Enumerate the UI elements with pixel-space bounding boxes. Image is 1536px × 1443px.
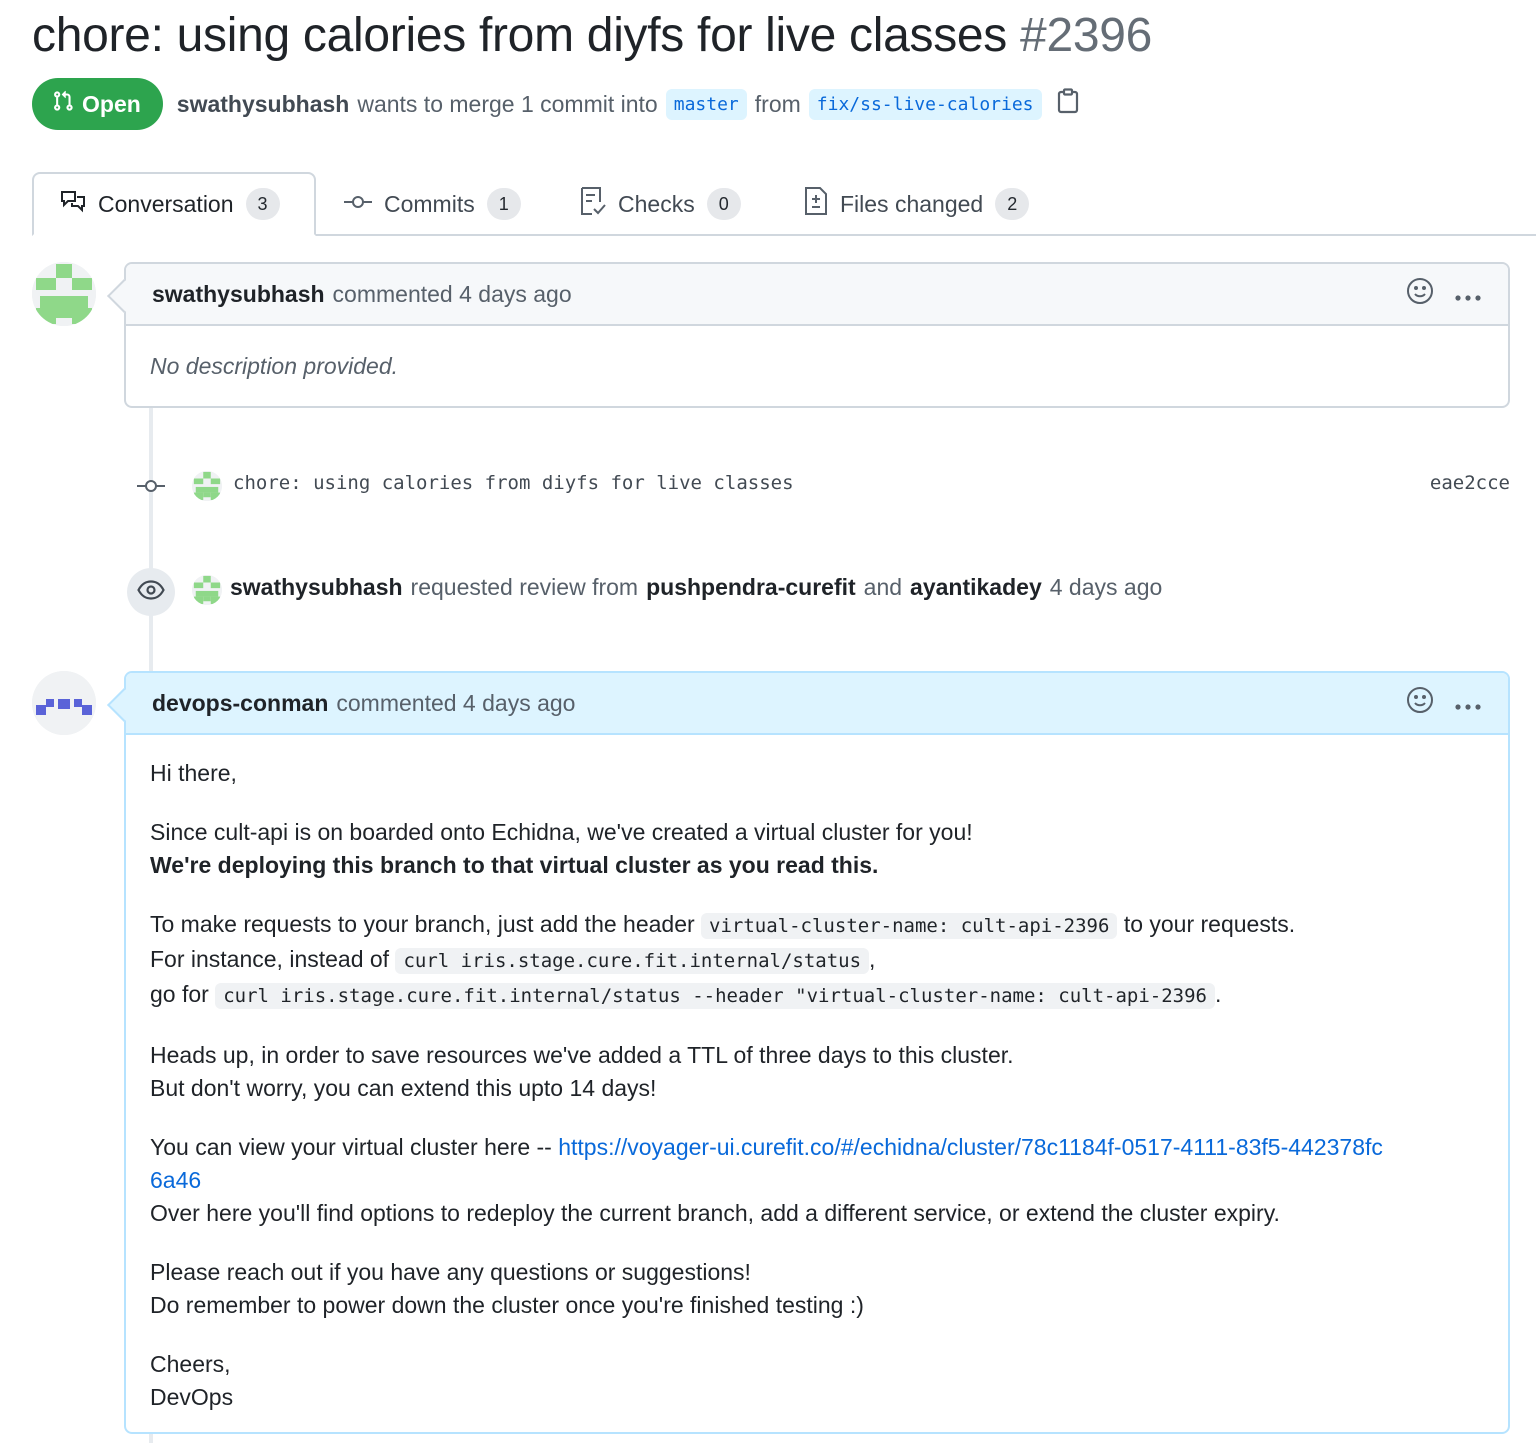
commit-message-link[interactable]: chore: using calories from diyfs for liv… xyxy=(233,472,794,494)
pr-title-text: chore: using calories from diyfs for liv… xyxy=(32,9,1007,62)
comment-box: swathysubhash commented 4 days ago No de… xyxy=(107,262,1510,409)
pr-author-link[interactable]: swathysubhash xyxy=(177,91,350,118)
merge-info: swathysubhash wants to merge 1 commit in… xyxy=(177,88,1080,120)
tab-label: Conversation xyxy=(98,190,234,217)
comment-box: devops-conman commented 4 days ago Hi th… xyxy=(107,671,1510,1434)
paragraph-text: You can view your virtual cluster here -… xyxy=(150,1134,552,1160)
comment-paragraph: To make requests to your branch, just ad… xyxy=(150,908,1484,1013)
smiley-icon[interactable] xyxy=(1406,277,1434,311)
reviewer-link[interactable]: pushpendra-curefit xyxy=(646,574,856,601)
pr-number: #2396 xyxy=(1020,9,1153,62)
comment-time[interactable]: commented 4 days ago xyxy=(333,281,572,308)
reviewer-link[interactable]: ayantikadey xyxy=(910,574,1042,601)
tab-label: Files changed xyxy=(840,190,984,217)
pr-title: chore: using calories from diyfs for liv… xyxy=(32,8,1152,63)
from-text: from xyxy=(754,90,801,117)
base-branch[interactable]: master xyxy=(665,88,747,120)
kebab-horizontal-icon[interactable] xyxy=(1454,281,1482,308)
inline-code: virtual-cluster-name: cult-api-2396 xyxy=(701,913,1118,939)
comment-caret xyxy=(107,279,141,313)
inline-code: curl iris.stage.cure.fit.internal/status… xyxy=(215,983,1215,1009)
event-time[interactable]: 4 days ago xyxy=(1050,574,1163,601)
inline-code: curl iris.stage.cure.fit.internal/status xyxy=(395,948,870,974)
merge-text: wants to merge 1 commit into xyxy=(357,90,658,117)
comment-paragraph: Cheers, DevOps xyxy=(150,1348,1484,1414)
greeting-text: Hi there, xyxy=(150,760,237,786)
avatar[interactable] xyxy=(192,575,222,605)
commit-sha-link[interactable]: eae2cce xyxy=(1430,472,1510,494)
paragraph-line: Since cult-api is on boarded onto Echidn… xyxy=(150,819,973,845)
pr-tabs: Conversation 3 Commits 1 Checks 0 Files … xyxy=(0,172,1536,236)
tab-label: Checks xyxy=(618,190,695,217)
avatar[interactable] xyxy=(32,262,96,326)
comment-body: Hi there, Since cult-api is on boarded o… xyxy=(126,735,1508,1440)
comment-caret xyxy=(107,688,141,722)
head-branch[interactable]: fix/ss-live-calories xyxy=(808,88,1042,120)
paragraph-text: Over here you'll find options to redeplo… xyxy=(150,1200,1280,1226)
tab-count: 2 xyxy=(995,188,1030,220)
tab-count: 1 xyxy=(486,188,521,220)
paragraph-line: Please reach out if you have any questio… xyxy=(150,1259,751,1285)
tab-checks[interactable]: Checks 0 xyxy=(580,172,741,236)
tab-files-changed[interactable]: Files changed 2 xyxy=(804,172,1030,236)
pr-meta: Open swathysubhash wants to merge 1 comm… xyxy=(32,78,1080,130)
paragraph-text: to your requests. xyxy=(1123,911,1296,937)
comment-body: No description provided. xyxy=(126,326,1508,409)
comment-actions xyxy=(1406,673,1482,733)
review-event-badge xyxy=(127,568,175,616)
state-badge: Open xyxy=(32,78,163,130)
avatar[interactable] xyxy=(32,671,96,735)
comment-paragraph: Since cult-api is on boarded onto Echidn… xyxy=(150,816,1484,882)
paragraph-line: But don't worry, you can extend this upt… xyxy=(150,1075,657,1101)
comment-discussion-icon xyxy=(60,189,86,219)
event-actor[interactable]: swathysubhash xyxy=(230,574,403,601)
eye-icon xyxy=(137,579,165,605)
state-label: Open xyxy=(82,90,141,117)
comment-header: devops-conman commented 4 days ago xyxy=(107,673,1508,735)
copy-icon[interactable] xyxy=(1056,88,1080,120)
checklist-icon xyxy=(580,186,606,222)
commit-event xyxy=(137,470,165,502)
smiley-icon[interactable] xyxy=(1406,686,1434,720)
paragraph-text: To make requests to your branch, just ad… xyxy=(150,911,695,937)
paragraph-line-bold: We're deploying this branch to that virt… xyxy=(150,852,879,878)
paragraph-line: Do remember to power down the cluster on… xyxy=(150,1292,864,1318)
comment-author[interactable]: devops-conman xyxy=(152,690,328,717)
git-pull-request-icon xyxy=(52,90,74,118)
git-commit-icon xyxy=(344,191,372,218)
avatar[interactable] xyxy=(192,471,222,501)
comment-paragraph: You can view your virtual cluster here -… xyxy=(150,1131,1390,1230)
comment-text: No description provided. xyxy=(150,353,399,379)
event-text: requested review from xyxy=(410,574,639,600)
review-request-event: swathysubhash requested review from push… xyxy=(230,574,1162,601)
comment-paragraph: Please reach out if you have any questio… xyxy=(150,1256,1484,1322)
paragraph-line: Cheers, xyxy=(150,1351,231,1377)
tab-label: Commits xyxy=(384,190,475,217)
tab-count: 3 xyxy=(245,188,280,220)
paragraph-text: go for xyxy=(150,981,209,1007)
event-text: and xyxy=(863,574,903,600)
comment-author[interactable]: swathysubhash xyxy=(152,281,325,308)
tab-conversation[interactable]: Conversation 3 xyxy=(32,172,316,236)
paragraph-text: . xyxy=(1214,981,1222,1007)
git-commit-icon xyxy=(137,478,165,494)
paragraph-line: DevOps xyxy=(150,1384,234,1410)
comment-time[interactable]: commented 4 days ago xyxy=(336,690,575,717)
kebab-horizontal-icon[interactable] xyxy=(1454,690,1482,717)
file-diff-icon xyxy=(804,186,828,222)
paragraph-line: Heads up, in order to save resources we'… xyxy=(150,1042,1014,1068)
paragraph-text: , xyxy=(869,946,876,972)
comment-header: swathysubhash commented 4 days ago xyxy=(107,264,1508,326)
comment-paragraph: Hi there, xyxy=(150,757,1484,790)
paragraph-text: For instance, instead of xyxy=(150,946,390,972)
tab-commits[interactable]: Commits 1 xyxy=(344,172,521,236)
comment-paragraph: Heads up, in order to save resources we'… xyxy=(150,1039,1484,1105)
tab-count: 0 xyxy=(706,188,741,220)
comment-actions xyxy=(1406,264,1482,324)
